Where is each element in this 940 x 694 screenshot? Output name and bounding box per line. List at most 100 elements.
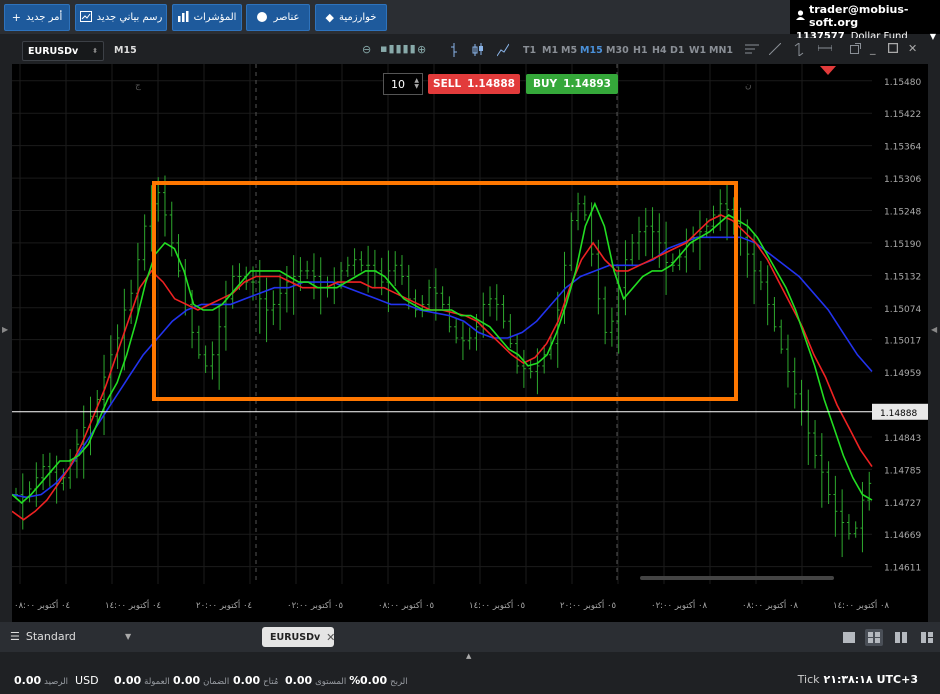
balance-value: 0.00 [14,674,42,687]
account-user: trader@mobius-soft.org [809,3,909,29]
left-panel-toggle-icon[interactable]: ▶ [2,325,8,334]
y-tick-label: 1.15074 [884,305,921,315]
popout-icon[interactable] [850,43,861,57]
layout-single-button[interactable] [840,629,858,646]
user-icon [796,9,805,23]
ma-mid-line [12,214,873,521]
timeframe-t1[interactable]: T1 [523,45,536,56]
price-chart[interactable]: ج ن 1.15480 1.15422 1.15364 1.15306 1.15248 1.1… [12,64,928,622]
current-price-label: 1.14888 [880,409,917,419]
bar-type-icon[interactable] [449,43,459,60]
account-panel[interactable]: trader@mobius-soft.org 1137577 Dollar Fu… [790,0,940,42]
x-tick-label: ٠٨ أكتوبر ٠٨:٠٠ [742,599,799,611]
right-panel-toggle-icon[interactable]: ◀ [931,325,937,334]
timeframe-m30[interactable]: M30 [606,45,629,56]
dropdown-arrow-icon: ▼ [125,632,132,641]
quantity-value: 10 [391,77,405,91]
algorithms-button[interactable]: ◆ خوارزمية [315,4,387,31]
new-order-button[interactable]: + أمر جديد [4,4,70,31]
y-tick-label: 1.14669 [884,531,921,541]
currency: USD [75,674,99,687]
level-percent: % [349,674,361,687]
workspace-name: Standard [25,630,76,643]
maximize-icon[interactable] [887,42,899,56]
timeframe-h4[interactable]: H4 [652,45,667,56]
bar-chart-icon [177,10,189,25]
horizontal-line-icon[interactable] [817,43,833,56]
highlight-box [152,181,738,401]
indicator-list-icon[interactable] [745,43,759,58]
stepper-arrows-icon[interactable]: ▲ ▼ [414,78,419,90]
commission-label: العمولة [144,677,170,687]
x-tick-label: ٠٨ أكتوبر ١٤:٠٠ [833,599,890,611]
tab-close-icon[interactable]: ✕ [326,631,335,644]
level-label: المستوى [315,677,347,687]
close-icon[interactable]: ✕ [908,42,917,55]
zoom-in-icon[interactable]: ⊕ [417,43,426,56]
layout-columns-button[interactable] [892,629,910,646]
layout-grid-button[interactable] [865,629,883,646]
timeframe-m5[interactable]: M5 [561,45,577,56]
sell-button[interactable]: SELL 1.14888 [428,74,520,94]
chart-icon [79,10,92,25]
algorithms-label: خوارزمية [338,12,377,23]
main-toolbar: + أمر جديد رسم بياني جديد المؤشرات عناصر… [0,0,940,42]
quantity-stepper[interactable]: 10 ▲ ▼ [383,73,423,95]
balance-label: الرصيد [44,677,69,687]
y-tick-label: 1.15017 [884,337,921,347]
workspace-bar: ☰ Standard ▼ EURUSDv ✕ [0,622,940,652]
commission-value: 0.00 [114,674,142,687]
sell-label: SELL [433,78,462,90]
ma-fast-line [12,201,873,504]
candle-type-icon[interactable] [472,43,484,60]
y-tick-label: 1.14843 [884,434,921,444]
workspace-select[interactable]: ☰ Standard ▼ [10,630,131,643]
x-tick-label: ٠٨ أكتوبر ٠٢:٠٠ [651,599,708,611]
timeframe-m1[interactable]: M1 [542,45,558,56]
y-tick-label: 1.15190 [884,240,921,250]
shapes-icon [256,11,268,25]
elements-label: عناصر [273,12,300,23]
sell-price: 1.14888 [467,78,515,90]
elements-button[interactable]: عناصر [246,4,310,31]
chart-canvas[interactable]: ج ن 1.15480 1.15422 1.15364 1.15306 1.15248 1.1… [12,64,928,622]
buy-button[interactable]: BUY 1.14893 [526,74,618,94]
y-tick-label: 1.15480 [884,78,921,88]
timezone[interactable]: UTC+3 [877,673,918,686]
buy-label: BUY [533,78,558,90]
new-chart-button[interactable]: رسم بياني جديد [75,4,167,31]
sell-marker-icon [820,66,836,75]
timeframe-w1[interactable]: W1 [689,45,706,56]
profit-value: 0.00 [360,674,388,687]
available-status: 0.00 مُتاح [233,674,278,687]
spinner-icon: ⬍ [92,47,98,55]
trading-app: + أمر جديد رسم بياني جديد المؤشرات عناصر… [0,0,940,694]
ma-slow-line [12,236,873,499]
timeframe-h1[interactable]: H1 [633,45,648,56]
x-tick-label: ٠٥ أكتوبر ٠٨:٠٠ [378,599,434,611]
x-tick-label: ٠٥ أكتوبر ١٤:٠٠ [469,599,525,611]
x-tick-label: ٠٥ أكتوبر ٢٠:٠٠ [560,599,616,611]
timeframe-d1[interactable]: D1 [670,45,685,56]
collapse-panel-icon[interactable]: ▲ [466,652,471,660]
y-tick-label: 1.15364 [884,143,921,153]
indicators-label: المؤشرات [193,12,237,23]
menu-icon: ☰ [10,630,20,643]
draw-line-icon[interactable] [768,42,782,58]
layout-rows-button[interactable] [918,629,936,646]
chart-tab[interactable]: EURUSDv ✕ [262,627,335,647]
indicators-button[interactable]: المؤشرات [172,4,242,31]
timeframe-m15[interactable]: M15 [580,45,603,56]
balance-status: 0.00 الرصيد USD [14,674,99,687]
vertical-line-icon[interactable] [793,42,805,59]
profit-status: 0.00 الربح [360,674,408,687]
line-type-icon[interactable] [496,43,510,60]
y-tick-label: 1.15248 [884,207,921,217]
symbol-select[interactable]: EURUSDv ⬍ [22,41,104,61]
y-tick-label: 1.15132 [884,272,921,282]
minimize-icon[interactable]: _ [870,42,876,55]
zoom-out-icon[interactable]: ⊖ [362,43,371,56]
buy-price: 1.14893 [563,78,611,90]
timeframe-mn1[interactable]: MN1 [709,45,733,56]
zoom-slider[interactable]: ▪▮▮▮▮ [380,42,417,55]
